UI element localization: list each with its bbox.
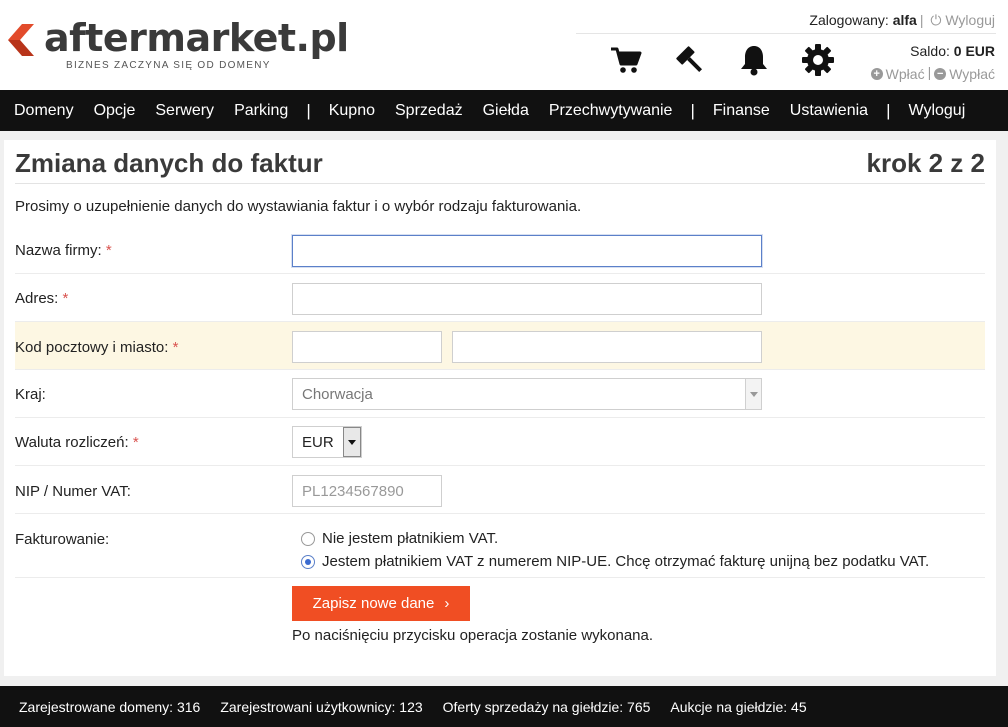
username: alfa: [892, 12, 917, 28]
intro-text: Prosimy o uzupełnienie danych do wystawi…: [15, 198, 582, 215]
page-title: Zmiana danych do faktur: [15, 148, 323, 178]
header-logout-label: Wyloguj: [945, 12, 995, 28]
invoicing-option-vat-eu[interactable]: Jestem płatnikiem VAT z numerem NIP-UE. …: [301, 553, 929, 570]
row-vat-id: NIP / Numer VAT: PL1234567890: [15, 466, 985, 514]
invoicing-label: Fakturowanie:: [15, 531, 110, 548]
wallet-links: + Wpłać | − Wypłać: [870, 64, 995, 82]
chevron-right-icon: ›: [444, 595, 450, 612]
row-invoicing: Fakturowanie: Nie jestem płatnikiem VAT.…: [15, 514, 985, 578]
country-value: Chorwacja: [302, 385, 373, 403]
required-mark: *: [172, 339, 179, 356]
nav-item-serwery[interactable]: Serwery: [145, 102, 224, 120]
currency-value: EUR: [302, 433, 334, 451]
row-address: Adres: *: [15, 274, 985, 322]
currency-label-text: Waluta rozliczeń:: [15, 434, 129, 451]
balance-value: 0 EUR: [953, 43, 995, 59]
minus-circle-icon: −: [934, 68, 947, 80]
company-label: Nazwa firmy: *: [15, 242, 112, 259]
nav-item-sprzedaz[interactable]: Sprzedaż: [385, 102, 473, 120]
nav-item-opcje[interactable]: Opcje: [84, 102, 146, 120]
row-company: Nazwa firmy: *: [15, 226, 985, 274]
gear-icon[interactable]: [798, 42, 838, 78]
address-label-text: Adres:: [15, 290, 59, 307]
logo-tagline: BIZNES ZACZYNA SIĘ OD DOMENY: [66, 60, 271, 71]
logo[interactable]: aftermarket.pl BIZNES ZACZYNA SIĘ OD DOM…: [6, 16, 349, 78]
currency-select[interactable]: EUR: [292, 426, 362, 458]
row-postal-city: Kod pocztowy i miasto: *: [15, 322, 985, 370]
nav-separator: |: [306, 100, 311, 120]
gavel-icon[interactable]: [670, 42, 710, 78]
nav-item-kupno[interactable]: Kupno: [319, 102, 385, 120]
radio-button-selected[interactable]: [301, 554, 315, 569]
nav-item-przechwytywanie[interactable]: Przechwytywanie: [539, 102, 683, 120]
nav-item-wyloguj[interactable]: Wyloguj: [898, 102, 975, 120]
cart-icon[interactable]: [606, 42, 646, 78]
title-row: Zmiana danych do faktur krok 2 z 2: [15, 148, 985, 184]
nav-separator: |: [690, 100, 695, 120]
withdraw-link[interactable]: − Wypłać: [934, 66, 995, 82]
address-label: Adres: *: [15, 290, 68, 307]
vat-id-label: NIP / Numer VAT:: [15, 483, 131, 500]
required-mark: *: [132, 434, 139, 451]
country-label: Kraj:: [15, 386, 46, 403]
row-country: Kraj: Chorwacja: [15, 370, 985, 418]
chevron-down-icon: [343, 427, 361, 457]
required-mark: *: [62, 290, 69, 307]
stat-sale-offers: Oferty sprzedaży na giełdzie: 765: [442, 698, 651, 715]
vat-id-input[interactable]: PL1234567890: [292, 475, 442, 507]
logo-mark-icon: [8, 24, 34, 56]
main-nav: Domeny Opcje Serwery Parking | Kupno Spr…: [0, 90, 1008, 131]
stat-auctions: Aukcje na giełdzie: 45: [670, 698, 807, 715]
country-select[interactable]: Chorwacja: [292, 378, 762, 410]
city-input[interactable]: [452, 331, 762, 363]
step-indicator: krok 2 z 2: [866, 148, 985, 178]
footer-stats: Zarejestrowane domeny: 316 Zarejestrowan…: [0, 686, 1008, 727]
stat-registered-domains: Zarejestrowane domeny: 316: [19, 698, 201, 715]
nav-item-domeny[interactable]: Domeny: [4, 102, 84, 120]
deposit-link[interactable]: + Wpłać: [870, 66, 925, 82]
address-input[interactable]: [292, 283, 762, 315]
logo-text: aftermarket.pl: [44, 16, 349, 60]
bell-icon[interactable]: [734, 42, 774, 78]
postal-city-label-text: Kod pocztowy i miasto:: [15, 339, 169, 356]
required-mark: *: [105, 242, 112, 259]
invoice-data-form: Zmiana danych do faktur krok 2 z 2 Prosi…: [4, 140, 996, 676]
logged-in-label: Zalogowany:: [809, 12, 889, 28]
deposit-label: Wpłać: [885, 66, 925, 82]
header-logout-link[interactable]: ⏻ Wyloguj: [930, 12, 995, 28]
company-label-text: Nazwa firmy:: [15, 242, 102, 259]
company-input[interactable]: [292, 235, 762, 267]
postal-city-label: Kod pocztowy i miasto: *: [15, 339, 178, 356]
nav-item-gielda[interactable]: Giełda: [473, 102, 539, 120]
radio-button[interactable]: [301, 531, 315, 546]
invoicing-option-label: Nie jestem płatnikiem VAT.: [322, 530, 499, 547]
invoicing-option-no-vat[interactable]: Nie jestem płatnikiem VAT.: [301, 530, 498, 547]
header: aftermarket.pl BIZNES ZACZYNA SIĘ OD DOM…: [0, 0, 1008, 90]
nav-separator: |: [886, 100, 891, 120]
save-note: Po naciśnięciu przycisku operacja zostan…: [292, 627, 654, 644]
balance: Saldo: 0 EUR: [910, 43, 995, 59]
row-currency: Waluta rozliczeń: * EUR: [15, 418, 985, 466]
user-status: Zalogowany: alfa | ⏻ Wyloguj: [809, 12, 995, 28]
nav-item-finanse[interactable]: Finanse: [703, 102, 780, 120]
nav-item-parking[interactable]: Parking: [224, 102, 298, 120]
nav-item-ustawienia[interactable]: Ustawienia: [780, 102, 878, 120]
save-button[interactable]: Zapisz nowe dane ›: [292, 586, 470, 621]
header-divider: [576, 33, 996, 34]
currency-label: Waluta rozliczeń: *: [15, 434, 139, 451]
stat-registered-users: Zarejestrowani użytkownicy: 123: [220, 698, 423, 715]
chevron-down-icon: [745, 379, 761, 409]
invoicing-option-label: Jestem płatnikiem VAT z numerem NIP-UE. …: [322, 553, 930, 570]
postal-code-input[interactable]: [292, 331, 442, 363]
save-button-label: Zapisz nowe dane: [312, 595, 435, 612]
plus-circle-icon: +: [870, 68, 883, 80]
power-icon: ⏻: [930, 12, 942, 28]
balance-label: Saldo:: [910, 43, 950, 59]
withdraw-label: Wypłać: [949, 66, 995, 82]
